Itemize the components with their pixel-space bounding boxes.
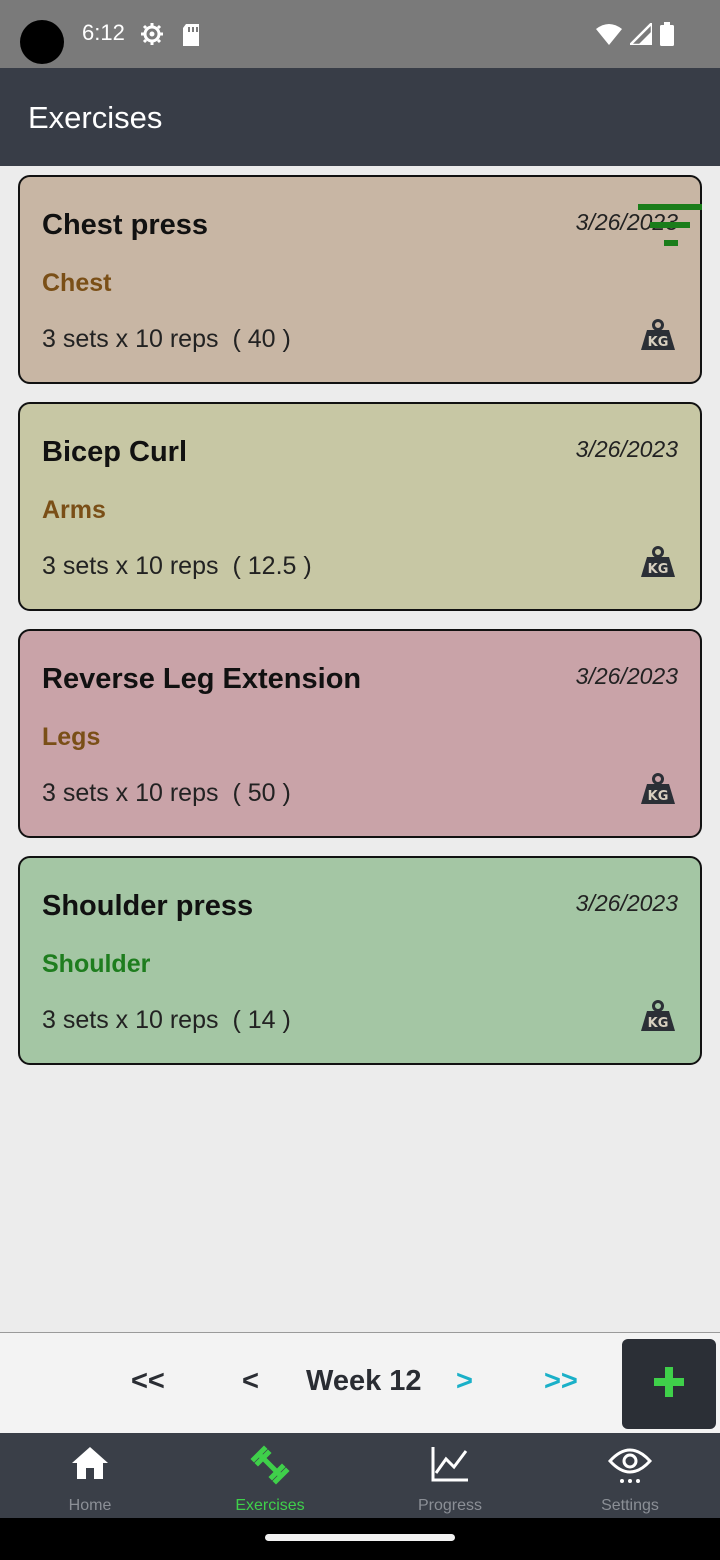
exercise-weight: ( 40 ) [232, 325, 291, 353]
exercise-sets-reps: 3 sets x 10 reps ( 12.5 ) [42, 552, 312, 581]
exercise-name: Reverse Leg Extension [42, 663, 362, 695]
kg-weight-icon[interactable]: KG [640, 319, 676, 356]
week-label: Week 12 [306, 1365, 422, 1397]
kg-weight-icon[interactable]: KG [640, 546, 676, 583]
previous-week-button[interactable]: < [242, 1365, 259, 1398]
sets-reps-text: 3 sets x 10 reps [42, 552, 219, 580]
last-week-button[interactable]: >> [544, 1365, 578, 1398]
week-pager: << < Week 12 > >> [0, 1332, 720, 1433]
status-time: 6:12 [82, 20, 125, 45]
exercise-category: Shoulder [42, 950, 151, 978]
nav-label-exercises: Exercises [235, 1497, 305, 1514]
bottom-navigation: Home Exercises Progress Settings [0, 1433, 720, 1518]
settings-notification-icon [140, 22, 164, 51]
plus-icon [654, 1366, 684, 1402]
exercise-card[interactable]: Bicep Curl 3/26/2023 Arms 3 sets x 10 reps (… [18, 402, 702, 611]
exercise-weight: ( 50 ) [232, 779, 291, 807]
exercise-name: Shoulder press [42, 890, 254, 922]
home-icon [70, 1445, 110, 1486]
exercise-sets-reps: 3 sets x 10 reps ( 40 ) [42, 325, 291, 354]
app-bar: Exercises [0, 68, 720, 166]
kg-weight-icon[interactable]: KG [640, 1000, 676, 1037]
add-exercise-button[interactable] [622, 1339, 716, 1429]
exercise-sets-reps: 3 sets x 10 reps ( 50 ) [42, 779, 291, 808]
svg-text:KG: KG [648, 1016, 669, 1031]
nav-label-home: Home [68, 1497, 112, 1514]
page-title: Exercises [28, 100, 163, 135]
dumbbell-icon [250, 1445, 290, 1490]
nav-home[interactable]: Home [0, 1433, 180, 1518]
nav-exercises[interactable]: Exercises [180, 1433, 360, 1518]
exercise-card[interactable]: Shoulder press 3/26/2023 Shoulder 3 sets x … [18, 856, 702, 1065]
sd-card-icon [181, 24, 201, 51]
exercise-list: Chest press 3/26/2023 Chest 3 sets x 10 rep… [18, 175, 702, 1083]
exercise-weight: ( 12.5 ) [232, 552, 312, 580]
wifi-icon [596, 23, 622, 50]
status-bar: 6:12 [0, 0, 720, 68]
exercise-name: Bicep Curl [42, 436, 188, 468]
svg-text:KG: KG [648, 789, 669, 804]
exercise-date: 3/26/2023 [575, 890, 678, 916]
exercise-date: 3/26/2023 [575, 436, 678, 462]
sets-reps-text: 3 sets x 10 reps [42, 1006, 219, 1034]
exercise-sets-reps: 3 sets x 10 reps ( 14 ) [42, 1006, 291, 1035]
gesture-navigation-bar [0, 1518, 720, 1560]
filter-icon[interactable] [638, 204, 702, 253]
camera-cutout [20, 20, 64, 64]
nav-settings[interactable]: Settings [540, 1433, 720, 1518]
next-week-button[interactable]: > [456, 1365, 473, 1398]
exercise-category: Legs [42, 723, 101, 751]
signal-icon [626, 19, 654, 50]
sets-reps-text: 3 sets x 10 reps [42, 779, 219, 807]
battery-icon [660, 22, 674, 51]
nav-progress[interactable]: Progress [360, 1433, 540, 1518]
exercise-card[interactable]: Reverse Leg Extension 3/26/2023 Legs 3 sets… [18, 629, 702, 838]
chart-icon [430, 1445, 470, 1488]
svg-text:KG: KG [648, 335, 669, 350]
exercise-weight: ( 14 ) [232, 1006, 291, 1034]
nav-label-progress: Progress [417, 1497, 483, 1514]
exercise-name: Chest press [42, 209, 209, 241]
nav-label-settings: Settings [601, 1497, 659, 1514]
exercise-category: Chest [42, 269, 112, 297]
sets-reps-text: 3 sets x 10 reps [42, 325, 219, 353]
eye-icon [607, 1445, 653, 1490]
home-gesture-handle[interactable] [265, 1534, 455, 1541]
kg-weight-icon[interactable]: KG [640, 773, 676, 810]
exercise-date: 3/26/2023 [575, 663, 678, 689]
svg-text:KG: KG [648, 562, 669, 577]
exercise-card[interactable]: Chest press 3/26/2023 Chest 3 sets x 10 rep… [18, 175, 702, 384]
first-week-button[interactable]: << [131, 1365, 165, 1398]
exercise-category: Arms [42, 496, 106, 524]
